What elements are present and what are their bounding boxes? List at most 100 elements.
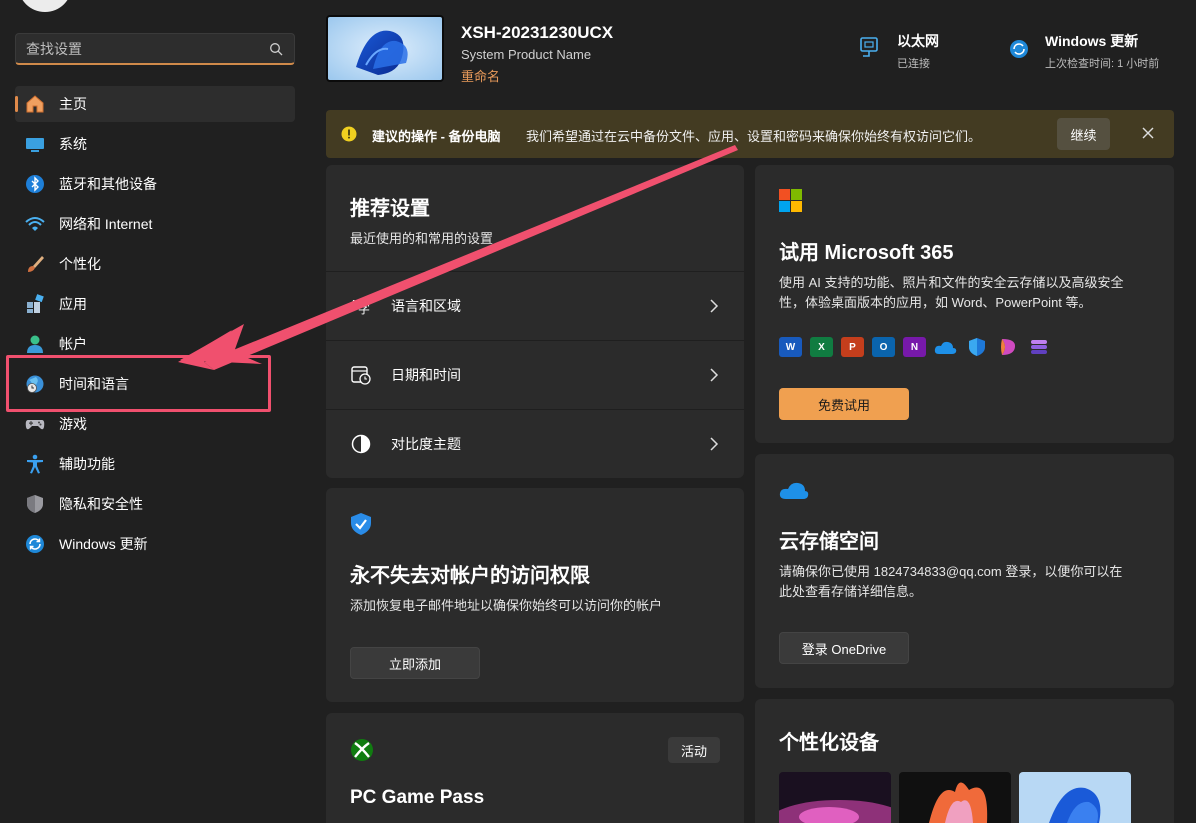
card-subtitle: 最近使用的和常用的设置 (350, 231, 494, 246)
banner-text: 我们希望通过在云中备份文件、应用、设置和密码来确保你始终有权访问它们。 (526, 129, 982, 144)
sidebar-item-network[interactable]: 网络和 Internet (15, 206, 295, 242)
microsoft-logo-icon (779, 189, 802, 212)
sidebar-item-label: 时间和语言 (59, 376, 129, 392)
sidebar-item-system[interactable]: 系统 (15, 126, 295, 162)
active-badge: 活动 (668, 737, 720, 763)
card-text: 添加恢复电子邮件地址以确保你始终可以访问你的帐户 (350, 598, 663, 613)
sidebar-item-label: Windows 更新 (59, 536, 148, 552)
xbox-icon (351, 739, 373, 761)
sidebar-item-privacy[interactable]: 隐私和安全性 (15, 486, 295, 522)
outlook-icon: O (872, 337, 895, 357)
defender-icon (965, 337, 988, 357)
onedrive-icon (934, 337, 957, 357)
rename-link[interactable]: 重命名 (461, 66, 500, 85)
sidebar-item-time-language[interactable]: 时间和语言 (15, 366, 295, 402)
wallpaper-thumbnail[interactable] (899, 772, 1011, 823)
recommended-row-datetime[interactable]: 日期和时间 (326, 340, 744, 408)
recommended-settings-card: 推荐设置 最近使用的和常用的设置 A字 语言和区域 日期和时间 对比度主题 (326, 165, 744, 478)
card-title: PC Game Pass (350, 787, 485, 808)
update-title: Windows 更新 (1045, 33, 1139, 49)
ethernet-icon (860, 37, 878, 57)
word-icon: W (779, 337, 802, 357)
card-title: 试用 Microsoft 365 (779, 242, 954, 264)
sidebar-item-personalization[interactable]: 个性化 (15, 246, 295, 282)
sign-in-onedrive-button[interactable]: 登录 OneDrive (779, 632, 909, 664)
card-text-line-1: 使用 AI 支持的功能、照片和文件的安全云存储以及高级安全 (779, 275, 1124, 290)
device-wallpaper-thumbnail[interactable] (326, 15, 444, 82)
chevron-right-icon (710, 436, 719, 451)
language-icon: A字 (350, 295, 372, 317)
system-icon (24, 133, 46, 155)
sidebar-item-accessibility[interactable]: 辅助功能 (15, 446, 295, 482)
chevron-right-icon (710, 298, 719, 313)
continue-button[interactable]: 继续 (1057, 118, 1110, 150)
sidebar-item-label: 应用 (59, 296, 87, 312)
recommended-row-language[interactable]: A字 语言和区域 (326, 271, 744, 339)
sidebar-item-windows-update[interactable]: Windows 更新 (15, 526, 295, 562)
account-recovery-card: 永不失去对帐户的访问权限 添加恢复电子邮件地址以确保你始终可以访问你的帐户 立即… (326, 488, 744, 702)
sidebar-item-label: 系统 (59, 136, 87, 152)
wifi-icon (24, 213, 46, 235)
card-text-line-1: 请确保你已使用 1824734833@qq.com 登录，以便你可以在 (779, 564, 1123, 579)
windows-update-status[interactable]: Windows 更新 上次检查时间: 1 小时前 (1009, 31, 1159, 71)
bluetooth-icon (24, 173, 46, 195)
wallpaper-thumbnail[interactable] (779, 772, 891, 823)
sidebar-item-label: 隐私和安全性 (59, 496, 143, 512)
card-text-line-2: 此处查看存储详细信息。 (779, 584, 923, 599)
card-title: 个性化设备 (779, 732, 879, 754)
clipchamp-icon (1027, 337, 1050, 357)
sidebar-item-home[interactable]: 主页 (15, 86, 295, 122)
powerpoint-icon: P (841, 337, 864, 357)
search-icon[interactable] (269, 42, 283, 56)
sidebar-item-gaming[interactable]: 游戏 (15, 406, 295, 442)
onenote-icon: N (903, 337, 926, 357)
add-now-button[interactable]: 立即添加 (350, 647, 480, 679)
search-box[interactable] (15, 33, 295, 65)
network-status[interactable]: 以太网 已连接 (860, 31, 939, 71)
sidebar-item-account[interactable]: 帐户 (15, 326, 295, 362)
account-icon (24, 333, 46, 355)
device-name: XSH-20231230UCX (461, 23, 614, 42)
backup-banner: 建议的操作 - 备份电脑 我们希望通过在云中备份文件、应用、设置和密码来确保你始… (326, 110, 1174, 158)
sidebar-item-label: 蓝牙和其他设备 (59, 176, 157, 192)
avatar[interactable] (18, 0, 72, 12)
contrast-icon (350, 433, 372, 455)
wallpaper-thumbnail[interactable] (1019, 772, 1131, 823)
sidebar-item-apps[interactable]: 应用 (15, 286, 295, 322)
home-icon (24, 93, 46, 115)
close-icon[interactable] (1141, 126, 1155, 140)
onedrive-cloud-icon (779, 482, 809, 499)
excel-icon: X (810, 337, 833, 357)
card-title: 推荐设置 (350, 198, 430, 220)
recommended-row-contrast[interactable]: 对比度主题 (326, 409, 744, 477)
brush-icon (24, 253, 46, 275)
sidebar: 主页 系统 蓝牙和其他设备 网络和 Internet 个性化 (0, 0, 310, 823)
shield-check-icon (351, 513, 371, 535)
update-icon (1010, 40, 1028, 58)
svg-text:A: A (350, 298, 358, 311)
shield-icon (24, 493, 46, 515)
row-label: 对比度主题 (391, 435, 461, 452)
search-input[interactable] (16, 34, 294, 63)
apps-icon (24, 293, 46, 315)
network-title: 以太网 (897, 33, 939, 49)
card-text-line-2: 性，体验桌面版本的应用，如 Word、PowerPoint 等。 (779, 295, 1092, 310)
update-icon (24, 533, 46, 555)
chevron-right-icon (710, 367, 719, 382)
sidebar-item-label: 帐户 (59, 336, 87, 352)
sidebar-nav: 主页 系统 蓝牙和其他设备 网络和 Internet 个性化 应用 帐户 时间和… (15, 86, 295, 566)
sidebar-item-label: 游戏 (59, 416, 87, 432)
m365-app-icons: W X P O N (779, 337, 1050, 357)
sidebar-item-bluetooth[interactable]: 蓝牙和其他设备 (15, 166, 295, 202)
update-status-text: 上次检查时间: 1 小时前 (1045, 58, 1160, 70)
sidebar-item-label: 主页 (59, 96, 87, 112)
card-title: 云存储空间 (779, 531, 879, 553)
network-status-text: 已连接 (897, 58, 930, 70)
warning-icon (341, 126, 357, 142)
banner-title: 建议的操作 - 备份电脑 (372, 129, 501, 144)
calendar-clock-icon (350, 364, 372, 386)
free-trial-button[interactable]: 免费试用 (779, 388, 909, 420)
row-label: 日期和时间 (391, 366, 461, 383)
microsoft-365-card: 试用 Microsoft 365 使用 AI 支持的功能、照片和文件的安全云存储… (755, 165, 1174, 443)
sidebar-item-label: 网络和 Internet (59, 216, 153, 232)
